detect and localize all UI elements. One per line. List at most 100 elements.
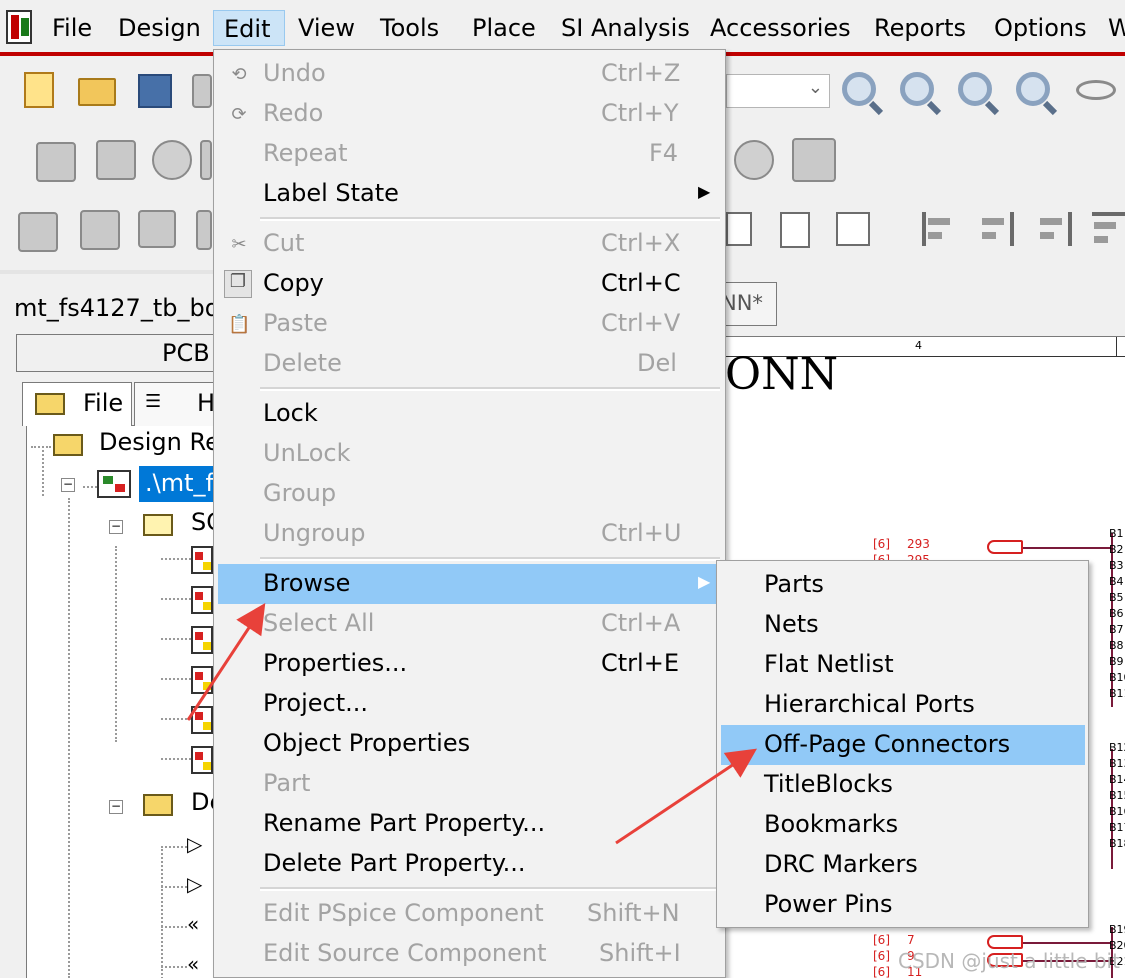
pcb-bar[interactable]: PCB: [16, 334, 215, 372]
menu-item-browse[interactable]: Browse ▶: [218, 564, 721, 604]
submenu-item-hierarchical-ports[interactable]: Hierarchical Ports: [717, 685, 1088, 725]
menu-si-analysis[interactable]: SI Analysis: [551, 10, 700, 46]
eye-icon[interactable]: [1076, 80, 1116, 100]
collapse-icon[interactable]: −: [109, 800, 123, 814]
offpage-port-icon: ▷: [187, 872, 203, 896]
menu-item-cut[interactable]: ✂ Cut Ctrl+X: [214, 224, 725, 264]
menu-item-edit-pspice-component[interactable]: Edit PSpice Component Shift+N: [214, 894, 725, 934]
menu-window[interactable]: W: [1104, 10, 1125, 46]
menu-item-copy[interactable]: ❐ Copy Ctrl+C: [214, 264, 725, 304]
menu-item-redo[interactable]: ⟳ Redo Ctrl+Y: [214, 94, 725, 134]
edit-simulation-icon[interactable]: [96, 140, 136, 180]
collapse-icon[interactable]: −: [109, 520, 123, 534]
menu-item-select-all[interactable]: Select All Ctrl+A: [214, 604, 725, 644]
menu-item-ungroup[interactable]: Ungroup Ctrl+U: [214, 514, 725, 554]
delete-table-icon[interactable]: [836, 212, 870, 246]
align-center-icon[interactable]: [980, 212, 1014, 246]
menubar: File Design Edit View Tools Place SI Ana…: [0, 0, 1125, 56]
submenu-item-flat-netlist[interactable]: Flat Netlist: [717, 645, 1088, 685]
edit-menu-dropdown: ⟲ Undo Ctrl+Z ⟳ Redo Ctrl+Y Repeat F4 La…: [213, 49, 726, 978]
pin-label: B11: [1109, 687, 1125, 700]
tab-hierarchy[interactable]: ☰ H: [134, 382, 215, 426]
toolbar-more-icon[interactable]: [200, 140, 212, 180]
align-right-icon[interactable]: [1038, 212, 1072, 246]
schematic-page-icon[interactable]: [191, 626, 213, 654]
web-browser-icon[interactable]: [734, 140, 774, 180]
print-icon[interactable]: [192, 74, 212, 108]
schematic-page-icon[interactable]: [191, 586, 213, 614]
submenu-item-power-pins[interactable]: Power Pins: [717, 885, 1088, 925]
submenu-arrow-icon: ▶: [698, 182, 711, 201]
menu-tools[interactable]: Tools: [370, 10, 449, 46]
submenu-item-nets[interactable]: Nets: [717, 605, 1088, 645]
submenu-item-bookmarks[interactable]: Bookmarks: [717, 805, 1088, 845]
menu-view[interactable]: View: [288, 10, 365, 46]
wire[interactable]: [1023, 942, 1111, 944]
tree-design-file-selected[interactable]: .\mt_fs: [139, 466, 215, 502]
annotate-icon[interactable]: [18, 212, 58, 252]
menu-item-rename-part-property[interactable]: Rename Part Property...: [214, 804, 725, 844]
menu-accessories[interactable]: Accessories: [700, 10, 861, 46]
zoom-combobox[interactable]: ⌄: [726, 74, 830, 108]
schematic-page-icon[interactable]: [191, 666, 213, 694]
tree-line: [161, 758, 191, 760]
menu-item-object-properties[interactable]: Object Properties: [214, 724, 725, 764]
zoom-out-icon[interactable]: [900, 72, 934, 106]
schematic-page-icon[interactable]: [191, 706, 213, 734]
menu-item-part[interactable]: Part: [214, 764, 725, 804]
align-top-icon[interactable]: [1092, 212, 1125, 246]
menu-reports[interactable]: Reports: [864, 10, 976, 46]
submenu-item-parts[interactable]: Parts: [717, 565, 1088, 605]
probe-icon[interactable]: [792, 138, 836, 182]
menu-item-paste[interactable]: 📋 Paste Ctrl+V: [214, 304, 725, 344]
menu-item-group[interactable]: Group: [214, 474, 725, 514]
menu-item-properties[interactable]: Properties... Ctrl+E: [214, 644, 725, 684]
export-document-icon[interactable]: [780, 212, 810, 248]
netlist-icon[interactable]: [80, 210, 120, 250]
menu-options[interactable]: Options: [984, 10, 1097, 46]
pin-label: B3: [1109, 559, 1124, 572]
align-left-icon[interactable]: [922, 212, 956, 246]
open-folder-icon[interactable]: [78, 78, 116, 106]
save-icon[interactable]: [138, 74, 172, 108]
drc-check-icon[interactable]: [138, 210, 176, 248]
schematic-tab[interactable]: NN*: [721, 282, 777, 326]
tree-design-cache[interactable]: De: [191, 788, 215, 816]
menu-edit[interactable]: Edit: [213, 10, 285, 46]
menu-item-delete[interactable]: Delete Del: [214, 344, 725, 384]
net-ref: [6]: [873, 965, 890, 978]
app-logo-icon: [6, 10, 32, 44]
tab-file[interactable]: File: [22, 382, 132, 426]
menu-item-repeat[interactable]: Repeat F4: [214, 134, 725, 174]
zoom-all-icon[interactable]: [1016, 72, 1050, 106]
menu-file[interactable]: File: [42, 10, 102, 46]
offpage-connector[interactable]: [987, 935, 1023, 949]
menu-item-edit-source-component[interactable]: Edit Source Component Shift+I: [214, 934, 725, 974]
submenu-item-titleblocks[interactable]: TitleBlocks: [717, 765, 1088, 805]
zoom-area-icon[interactable]: [958, 72, 992, 106]
zoom-in-icon[interactable]: [842, 72, 876, 106]
run-icon[interactable]: [152, 140, 192, 180]
menu-item-delete-part-property[interactable]: Delete Part Property...: [214, 844, 725, 884]
tree-schematic-folder[interactable]: SC: [191, 508, 215, 536]
simulation-profile-icon[interactable]: [36, 142, 76, 182]
menu-design[interactable]: Design: [108, 10, 211, 46]
toolbar-more-icon-2[interactable]: [196, 210, 212, 250]
new-file-icon[interactable]: [24, 72, 54, 108]
menu-item-lock[interactable]: Lock: [214, 394, 725, 434]
schematic-page-icon[interactable]: [191, 746, 213, 774]
collapse-icon[interactable]: −: [61, 478, 75, 492]
menu-place[interactable]: Place: [462, 10, 546, 46]
offpage-connector[interactable]: [987, 540, 1023, 554]
tree-design-resources[interactable]: Design Re: [99, 428, 215, 456]
submenu-item-off-page-connectors[interactable]: Off-Page Connectors: [721, 725, 1085, 765]
edit-document-icon[interactable]: [726, 212, 752, 246]
schematic-page-icon[interactable]: [191, 546, 213, 574]
tree-line: [68, 498, 70, 978]
wire[interactable]: [1023, 547, 1111, 549]
menu-item-project[interactable]: Project...: [214, 684, 725, 724]
submenu-item-drc-markers[interactable]: DRC Markers: [717, 845, 1088, 885]
menu-item-undo[interactable]: ⟲ Undo Ctrl+Z: [214, 54, 725, 94]
menu-item-label-state[interactable]: Label State ▶: [214, 174, 725, 214]
menu-item-unlock[interactable]: UnLock: [214, 434, 725, 474]
